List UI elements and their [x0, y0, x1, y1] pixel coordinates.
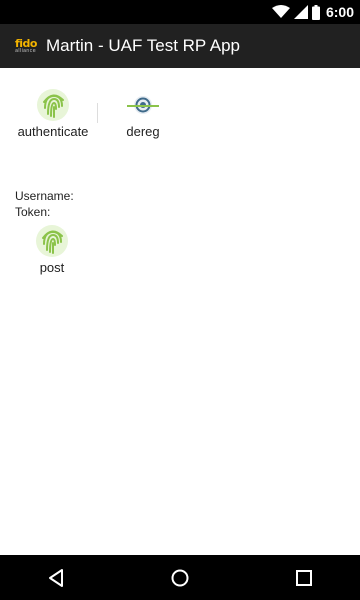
main-content [0, 68, 360, 555]
fingerprint-icon [37, 89, 69, 121]
logo-text-bottom: alliance [15, 48, 36, 54]
status-time: 6:00 [325, 4, 354, 20]
app-title: Martin - UAF Test RP App [46, 36, 240, 55]
username-label: Username: [15, 189, 74, 203]
post-label: post [39, 260, 65, 275]
signal-icon [293, 5, 308, 19]
token-label: Token: [15, 205, 51, 219]
home-icon[interactable] [168, 566, 192, 590]
battery-icon [311, 4, 320, 20]
dereg-button[interactable]: dereg [117, 88, 169, 139]
authenticate-label: authenticate [17, 124, 89, 139]
recents-icon[interactable] [292, 566, 316, 590]
status-icons: 6:00 [271, 0, 354, 24]
status-bar: 6:00 [0, 0, 360, 24]
dereg-icon [127, 96, 159, 114]
navigation-bar [0, 555, 360, 600]
app-bar: fido alliance Martin - UAF Test RP App [0, 24, 360, 68]
wifi-icon [271, 5, 290, 18]
dereg-label: dereg [126, 124, 160, 139]
fingerprint-icon [36, 225, 68, 257]
post-button[interactable]: post [30, 224, 74, 275]
action-divider [97, 103, 98, 123]
authenticate-button[interactable]: authenticate [17, 88, 89, 139]
fido-logo: fido alliance [15, 37, 39, 55]
back-icon[interactable] [45, 566, 69, 590]
